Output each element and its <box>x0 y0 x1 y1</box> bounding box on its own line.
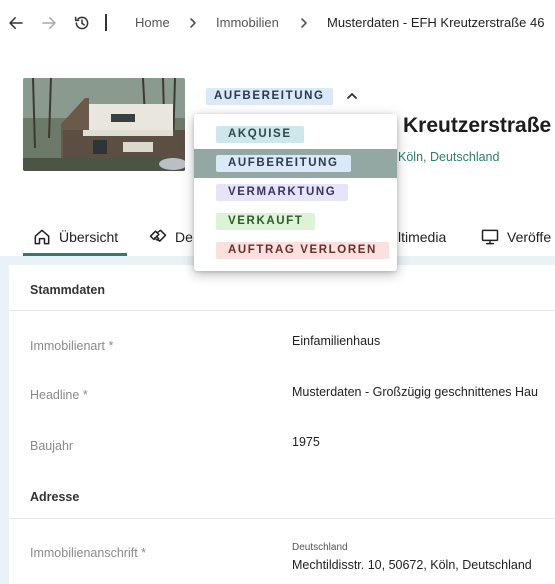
field-label-baujahr: Baujahr <box>30 439 74 453</box>
nav-divider <box>105 14 107 31</box>
field-value-immobilienart[interactable]: Einfamilienhaus <box>292 334 380 348</box>
status-dropdown-menu: AKQUISE AUFBEREITUNG VERMARKTUNG VERKAUF… <box>194 114 397 271</box>
chevron-up-icon[interactable] <box>345 89 359 103</box>
status-option-auftrag-verloren[interactable]: AUFTRAG VERLOREN <box>194 236 397 265</box>
status-option-aufbereitung[interactable]: AUFBEREITUNG <box>194 149 397 178</box>
tab-uebersicht[interactable]: Übersicht <box>32 218 118 256</box>
details-card <box>9 265 555 584</box>
field-label-headline: Headline * <box>30 388 88 402</box>
status-option-akquise[interactable]: AKQUISE <box>194 120 397 149</box>
status-option-vermarktung[interactable]: VERMARKTUNG <box>194 178 397 207</box>
home-icon <box>34 229 50 245</box>
property-photo[interactable] <box>23 78 185 171</box>
status-chip: VERMARKTUNG <box>216 184 349 201</box>
tab-label: De <box>175 229 193 245</box>
status-option-verkauft[interactable]: VERKAUFT <box>194 207 397 236</box>
property-location[interactable]: Köln, Deutschland <box>398 150 499 164</box>
field-sub-country: Deutschland <box>292 542 348 553</box>
forward-arrow-icon[interactable] <box>39 13 59 33</box>
tab-label: Veröffe <box>507 229 552 245</box>
status-chip: AUFBEREITUNG <box>216 155 351 172</box>
section-title-stammdaten: Stammdaten <box>30 283 106 297</box>
breadcrumb-immobilien[interactable]: Immobilien <box>216 15 279 30</box>
status-chip: AKQUISE <box>216 126 304 143</box>
handshake-icon <box>149 229 167 242</box>
field-value-baujahr[interactable]: 1975 <box>292 435 320 449</box>
tab-label: ltimedia <box>398 229 447 245</box>
section-title-adresse: Adresse <box>30 490 80 504</box>
property-title: Kreutzerstraße <box>403 114 552 137</box>
divider <box>9 518 555 519</box>
chevron-right-icon <box>301 18 307 28</box>
status-chip: VERKAUFT <box>216 213 316 230</box>
tab-details[interactable]: De <box>148 218 193 256</box>
top-navigation-bar: Home Immobilien Musterdaten - EFH Kreutz… <box>0 0 555 46</box>
breadcrumb-home[interactable]: Home <box>135 15 170 30</box>
chevron-right-icon <box>190 18 196 28</box>
divider <box>9 310 555 311</box>
monitor-icon <box>481 229 499 245</box>
tab-veroeffentlichung[interactable]: Veröffe <box>480 218 551 256</box>
back-arrow-icon[interactable] <box>6 13 26 33</box>
field-label-immobilienanschrift: Immobilienanschrift * <box>30 546 147 560</box>
tab-label: Übersicht <box>59 229 119 245</box>
breadcrumb-current: Musterdaten - EFH Kreutzerstraße 46 <box>327 15 545 30</box>
field-value-address[interactable]: Mechtildisstr. 10, 50672, Köln, Deutschl… <box>292 558 532 572</box>
history-icon[interactable] <box>72 13 92 33</box>
field-value-headline[interactable]: Musterdaten - Großzügig geschnittenes Ha… <box>292 385 538 399</box>
status-chip: AUFTRAG VERLOREN <box>216 242 389 259</box>
tab-multimedia[interactable]: ltimedia <box>398 218 446 256</box>
status-badge[interactable]: AUFBEREITUNG <box>206 88 333 105</box>
field-label-immobilienart: Immobilienart * <box>30 339 114 353</box>
